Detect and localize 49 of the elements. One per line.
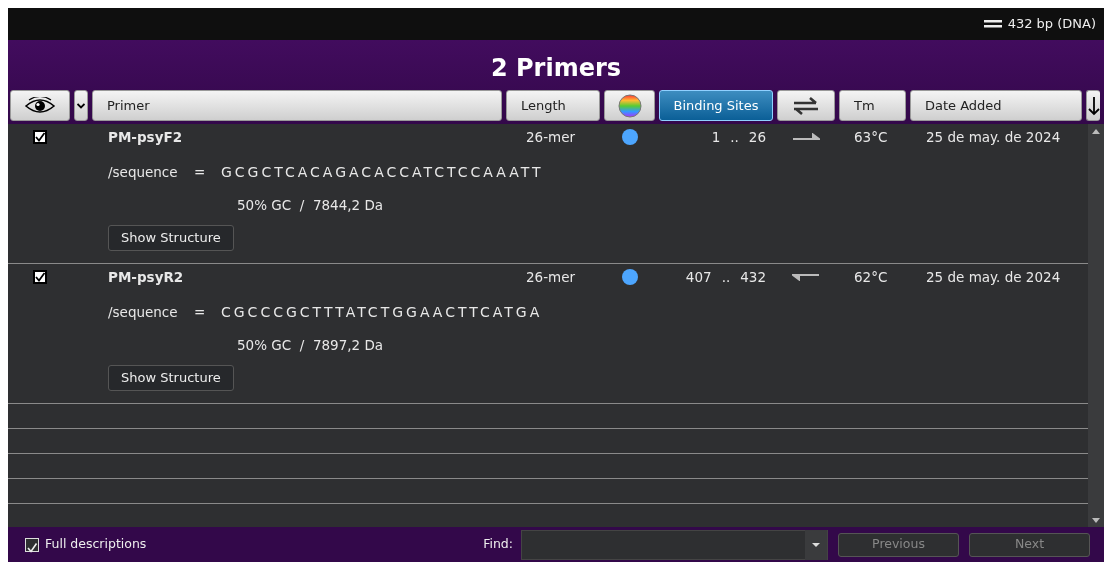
melting-temperature: 62°C [854,268,888,285]
binding-start: 407 [685,267,712,287]
binding-end: 432 [740,267,766,287]
primer-stats: 50% GC / 7844,2 Da [237,197,384,213]
primer-length: 26-mer [526,128,576,145]
visibility-button[interactable] [10,90,70,121]
dropdown-icon[interactable] [805,529,827,560]
rainbow-circle-icon [617,93,642,118]
binding-end: 26 [748,127,766,147]
caret-icon [77,102,85,109]
primer-length: 26-mer [526,268,576,285]
sequence-text: CGCCCGCTTTATCTGGAACTTCATGA [221,303,543,322]
swap-arrows-icon [792,95,820,116]
primer-name: PM-psyF2 [107,127,184,147]
column-header[interactable]: Date Added [910,90,1082,121]
down-arrow-icon [1087,95,1100,116]
qualifier-label: /sequence [108,164,178,181]
range-separator: .. [721,267,731,287]
primer-stats: 50% GC / 7897,2 Da [237,337,384,353]
primer-name: PM-psyR2 [107,267,185,287]
show-structure-button[interactable]: Show Structure [108,225,234,251]
color-column-button[interactable] [604,90,655,121]
dropdown-button[interactable] [74,90,88,121]
direction-column-button[interactable] [777,90,835,121]
equals-sign: = [194,304,206,321]
sequence-text: GCGCTCACAGACACCATCTCCAAATT [221,163,544,182]
melting-temperature: 63°C [854,128,888,145]
range-separator: .. [730,127,739,147]
double-line-icon [983,20,1002,28]
show-structure-button[interactable]: Show Structure [108,365,234,391]
date-added: 25 de may. de 2024 [926,128,1061,145]
scrollbar[interactable] [1088,124,1104,527]
column-header[interactable]: Primer [92,90,502,121]
checkbox-label: Full descriptions [45,535,147,554]
binding-start: 1 [711,127,721,147]
column-header[interactable]: Binding Sites [659,90,773,121]
find-label: Find: [483,535,513,554]
eye-icon [25,96,55,115]
checkbox[interactable] [33,130,47,144]
sort-button[interactable] [1086,90,1100,121]
checkbox[interactable] [33,270,47,284]
title: 2 Primers [490,53,622,84]
qualifier-label: /sequence [108,304,178,321]
column-header[interactable]: Tm [839,90,906,121]
sequence-length: 432 bp (DNA) [1007,15,1096,34]
equals-sign: = [194,164,206,181]
find-field[interactable] [521,529,828,560]
date-added: 25 de may. de 2024 [926,268,1061,285]
column-header[interactable]: Length [506,90,600,121]
